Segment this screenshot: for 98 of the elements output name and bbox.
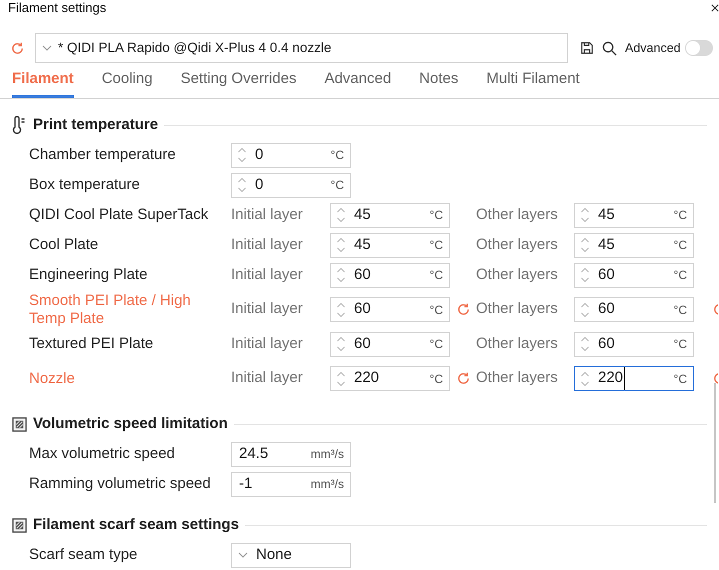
preset-name: * QIDI PLA Rapido @Qidi X-Plus 4 0.4 nozzle (58, 38, 332, 57)
setting-label: Engineering Plate (29, 266, 148, 284)
tab[interactable]: Advanced (324, 68, 392, 98)
number-field[interactable]: 45 °C (574, 202, 694, 228)
number-field[interactable]: 45 °C (574, 232, 694, 258)
field-value: 45 (354, 204, 371, 225)
field-value: 45 (598, 204, 615, 225)
tab[interactable]: Setting Overrides (180, 68, 296, 98)
field-value: 45 (354, 234, 371, 255)
hatched-square-icon (12, 518, 26, 532)
dropdown-value: None (256, 544, 292, 565)
field-value: 60 (598, 334, 615, 354)
unit-label: °C (674, 370, 687, 388)
unit-label: °C (430, 237, 443, 254)
number-field[interactable]: 220 °C (330, 366, 450, 391)
advanced-label: Advanced (625, 40, 681, 57)
field-value: 60 (598, 299, 615, 320)
other-layers-label: Other layers (476, 234, 559, 255)
other-layers-label: Other layers (476, 334, 559, 354)
unit-label: °C (430, 302, 443, 318)
field-value: 0 (255, 144, 264, 165)
setting-label: Scarf seam type (29, 546, 138, 564)
unit-label: mm³/s (310, 476, 344, 493)
number-field[interactable]: -1 mm³/s (231, 472, 351, 496)
number-field[interactable]: 24.5 mm³/s (231, 442, 351, 466)
chevron-down-icon (42, 45, 52, 51)
unit-label: °C (330, 177, 344, 194)
other-layers-label: Other layers (476, 368, 559, 388)
field-value: 45 (598, 234, 615, 255)
number-field[interactable]: 60 °C (574, 332, 694, 356)
initial-layer-label: Initial layer (231, 264, 304, 285)
advanced-toggle[interactable] (684, 40, 713, 56)
field-value: 220 (598, 367, 626, 390)
reset-icon[interactable] (456, 302, 470, 317)
unit-label: °C (674, 237, 687, 254)
field-value: 60 (354, 334, 371, 354)
unit-label: °C (674, 207, 687, 224)
setting-label: Nozzle (29, 370, 76, 388)
field-value: -1 (239, 474, 252, 494)
preset-dropdown[interactable]: * QIDI PLA Rapido @Qidi X-Plus 4 0.4 nozzle (35, 33, 568, 63)
unit-label: °C (330, 147, 344, 164)
unit-label: °C (674, 267, 687, 284)
number-field[interactable]: 220 °C (574, 366, 694, 391)
setting-label: Smooth PEI Plate / High Temp Plate (29, 292, 192, 328)
reset-icon[interactable] (456, 371, 470, 386)
number-field[interactable]: 0 °C (231, 142, 351, 168)
field-value: 60 (354, 264, 371, 285)
setting-label: Cool Plate (29, 236, 100, 254)
scarf-type-dropdown[interactable]: None (231, 542, 351, 568)
unit-label: °C (430, 336, 443, 353)
field-value: 0 (255, 174, 264, 195)
other-layers-label: Other layers (476, 299, 559, 320)
field-value: 24.5 (239, 444, 268, 464)
scrollbar[interactable] (714, 383, 716, 503)
setting-label: QIDI Cool Plate SuperTack (29, 206, 210, 224)
section-heading: Volumetric speed limitation (33, 414, 228, 434)
setting-label: Ramming volumetric speed (29, 475, 212, 493)
field-value: 220 (354, 368, 380, 388)
tab[interactable]: Cooling (102, 68, 153, 98)
window-title: Filament settings (8, 0, 106, 18)
initial-layer-label: Initial layer (231, 234, 304, 255)
initial-layer-label: Initial layer (231, 334, 304, 354)
search-icon[interactable] (602, 40, 617, 56)
number-field[interactable]: 60 °C (574, 297, 694, 322)
number-field[interactable]: 60 °C (330, 332, 450, 356)
field-value: 60 (354, 299, 371, 320)
number-field[interactable]: 60 °C (330, 297, 450, 322)
unit-label: °C (430, 370, 443, 388)
tab[interactable]: Notes (419, 68, 458, 98)
tab[interactable]: Multi Filament (486, 68, 580, 98)
section-heading: Print temperature (33, 114, 158, 135)
setting-label: Chamber temperature (29, 146, 177, 164)
section-heading: Filament scarf seam settings (33, 514, 239, 535)
number-field[interactable]: 60 °C (330, 262, 450, 288)
field-value: 60 (598, 264, 615, 285)
hatched-square-icon (12, 416, 26, 432)
thermometer-icon (12, 116, 26, 134)
number-field[interactable]: 60 °C (574, 262, 694, 288)
close-icon[interactable] (711, 3, 719, 13)
setting-label: Box temperature (29, 176, 141, 194)
save-icon[interactable] (580, 41, 594, 55)
setting-label: Textured PEI Plate (29, 335, 154, 353)
number-field[interactable]: 45 °C (330, 202, 450, 228)
unit-label: °C (430, 207, 443, 224)
setting-label: Max volumetric speed (29, 445, 176, 463)
initial-layer-label: Initial layer (231, 368, 304, 388)
chevron-down-icon (238, 552, 248, 558)
reset-icon[interactable] (10, 40, 25, 56)
number-field[interactable]: 0 °C (231, 172, 351, 198)
other-layers-label: Other layers (476, 204, 559, 225)
initial-layer-label: Initial layer (231, 204, 304, 225)
unit-label: °C (674, 336, 687, 353)
unit-label: mm³/s (310, 446, 344, 463)
initial-layer-label: Initial layer (231, 299, 304, 320)
other-layers-label: Other layers (476, 264, 559, 285)
number-field[interactable]: 45 °C (330, 232, 450, 258)
unit-label: °C (674, 302, 687, 318)
unit-label: °C (430, 267, 443, 284)
